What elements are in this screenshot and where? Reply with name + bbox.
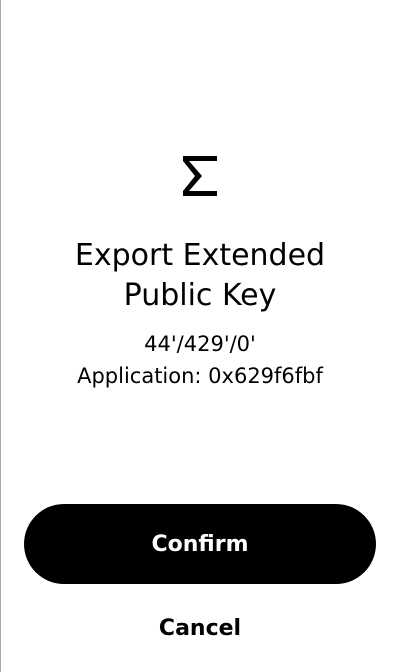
sigma-icon [180, 152, 220, 200]
title-line-2: Public Key [123, 278, 277, 313]
cancel-button[interactable]: Cancel [100, 608, 300, 648]
confirm-button-label: Confirm [151, 531, 249, 557]
application-id: Application: 0x629f6fbf [77, 364, 323, 388]
page-title: Export Extended Public Key [0, 236, 400, 316]
cancel-button-label: Cancel [158, 615, 242, 641]
key-details: 44'/429'/0' Application: 0x629f6fbf [0, 328, 400, 392]
confirm-button[interactable]: Confirm [24, 504, 376, 584]
title-line-1: Export Extended [74, 238, 326, 273]
derivation-path: 44'/429'/0' [144, 332, 256, 356]
